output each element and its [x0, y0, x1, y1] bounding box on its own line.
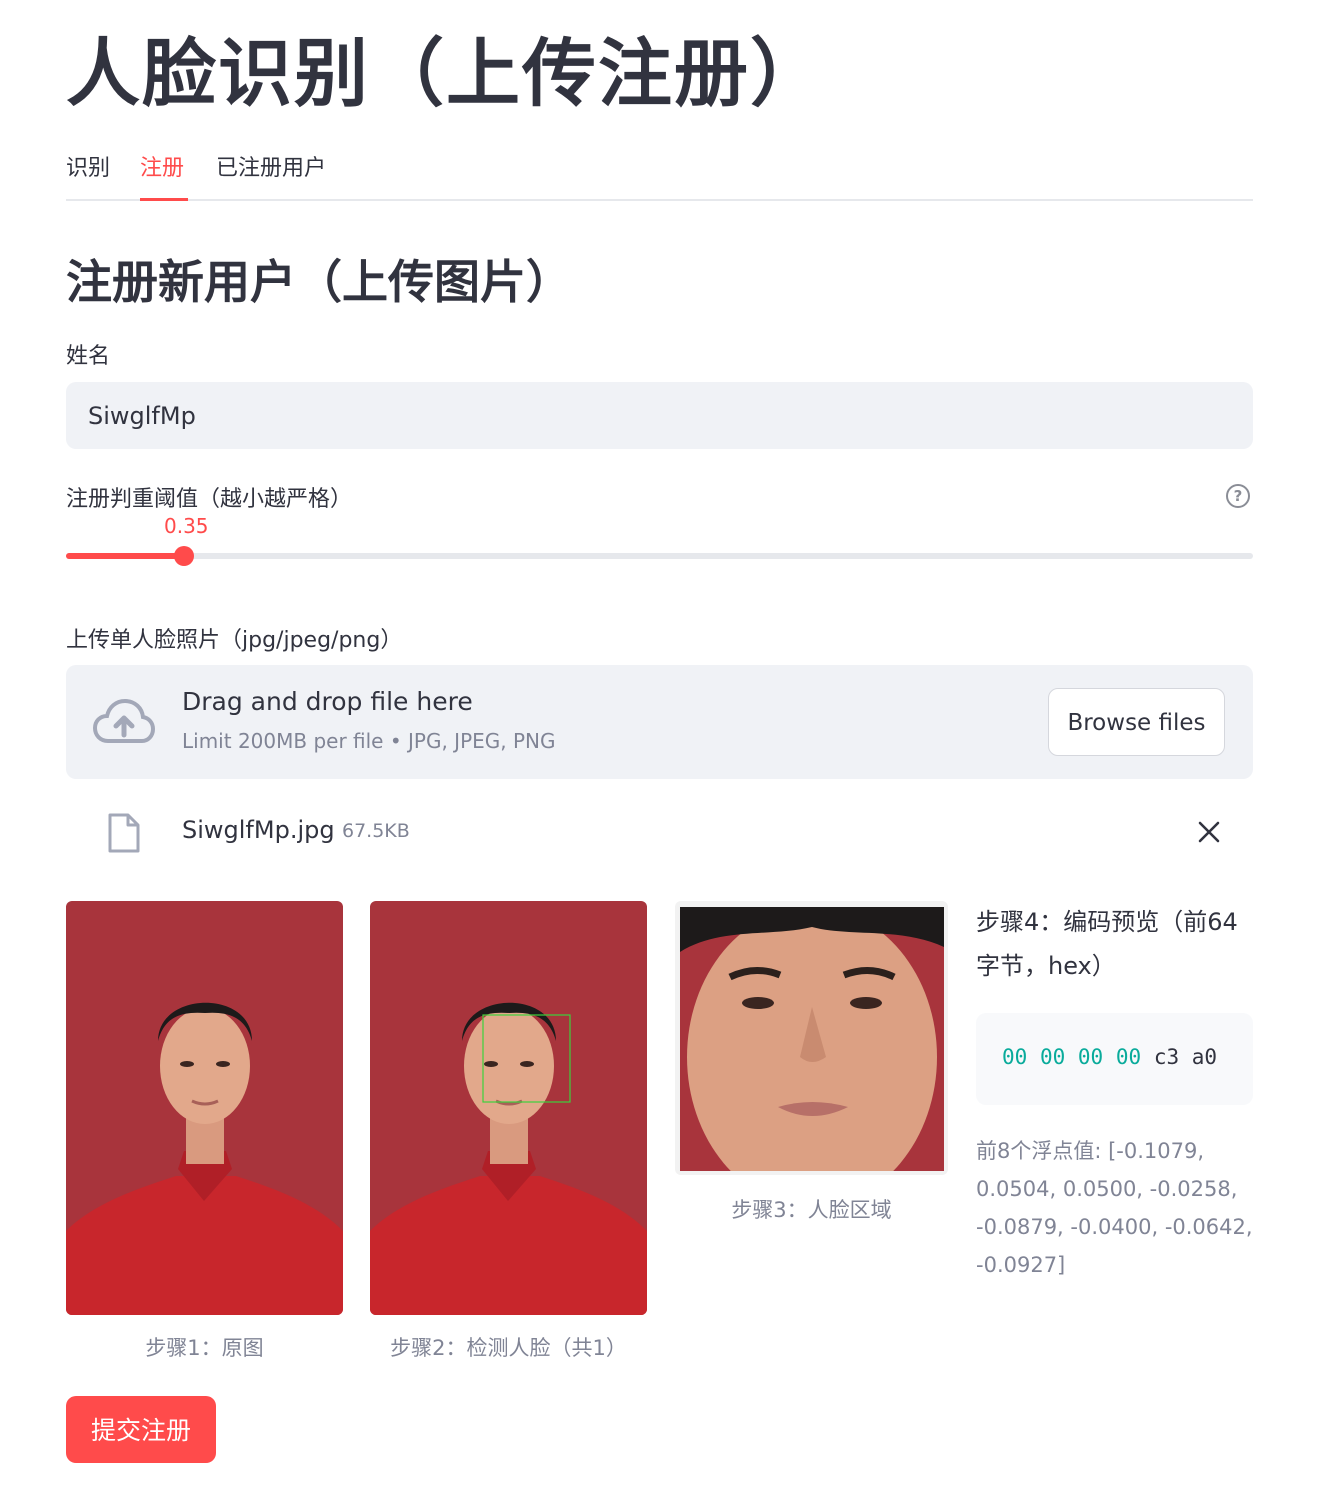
original-photo [66, 901, 343, 1315]
dropzone-limit: Limit 200MB per file • JPG, JPEG, PNG [182, 729, 556, 753]
file-dropzone[interactable]: Drag and drop file here Limit 200MB per … [66, 665, 1253, 779]
name-label: 姓名 [66, 344, 111, 369]
dropzone-title: Drag and drop file here [182, 687, 473, 716]
file-size: 67.5KB [342, 820, 410, 842]
submit-register-button[interactable]: 提交注册 [66, 1396, 216, 1463]
section-title: 注册新用户（上传图片） [66, 255, 572, 309]
browse-files-button[interactable]: Browse files [1048, 688, 1225, 756]
file-icon [108, 813, 140, 853]
threshold-label: 注册判重阈值（越小越严格） [66, 487, 353, 512]
slider-thumb[interactable] [174, 546, 194, 566]
upload-label: 上传单人脸照片（jpg/jpeg/png） [66, 628, 403, 653]
face-crop-photo [680, 907, 944, 1171]
tab-register[interactable]: 注册 [140, 150, 184, 182]
step3-image [675, 901, 948, 1175]
step3-caption: 步骤3：人脸区域 [731, 1198, 892, 1222]
step1-caption: 步骤1：原图 [145, 1336, 264, 1360]
question-circle-icon[interactable]: ? [1226, 484, 1250, 508]
uploaded-file-row: SiwglfMp.jpg 67.5KB [66, 800, 1253, 866]
step2-caption: 步骤2：检测人脸（共1） [390, 1336, 627, 1360]
file-name: SiwglfMp.jpg [182, 816, 335, 844]
step4-title: 步骤4：编码预览（前64字节，hex） [976, 908, 1238, 980]
hex-code-block: 00 00 00 00 c3 a0 [976, 1013, 1253, 1105]
close-icon[interactable] [1197, 820, 1221, 844]
slider-fill [66, 553, 184, 559]
threshold-value: 0.35 [164, 514, 209, 538]
tab-recognize[interactable]: 识别 [66, 150, 110, 182]
tab-registered-users[interactable]: 已注册用户 [216, 150, 326, 182]
step1-image [66, 901, 343, 1315]
cloud-upload-icon [92, 698, 156, 743]
float-values: 前8个浮点值: [-0.1079, 0.0504, 0.0500, -0.025… [976, 1139, 1253, 1277]
detected-face-photo [370, 901, 647, 1315]
app-title: 人脸识别（上传注册） [66, 31, 826, 117]
active-tab-indicator [140, 198, 188, 201]
step2-image [370, 901, 647, 1315]
tab-divider [66, 199, 1253, 201]
name-input[interactable] [66, 382, 1253, 449]
threshold-slider[interactable] [66, 546, 1253, 566]
hex-preview: 00 00 00 00 c3 a0 [1002, 1045, 1218, 1069]
tab-bar: 识别 注册 已注册用户 [66, 136, 1253, 204]
